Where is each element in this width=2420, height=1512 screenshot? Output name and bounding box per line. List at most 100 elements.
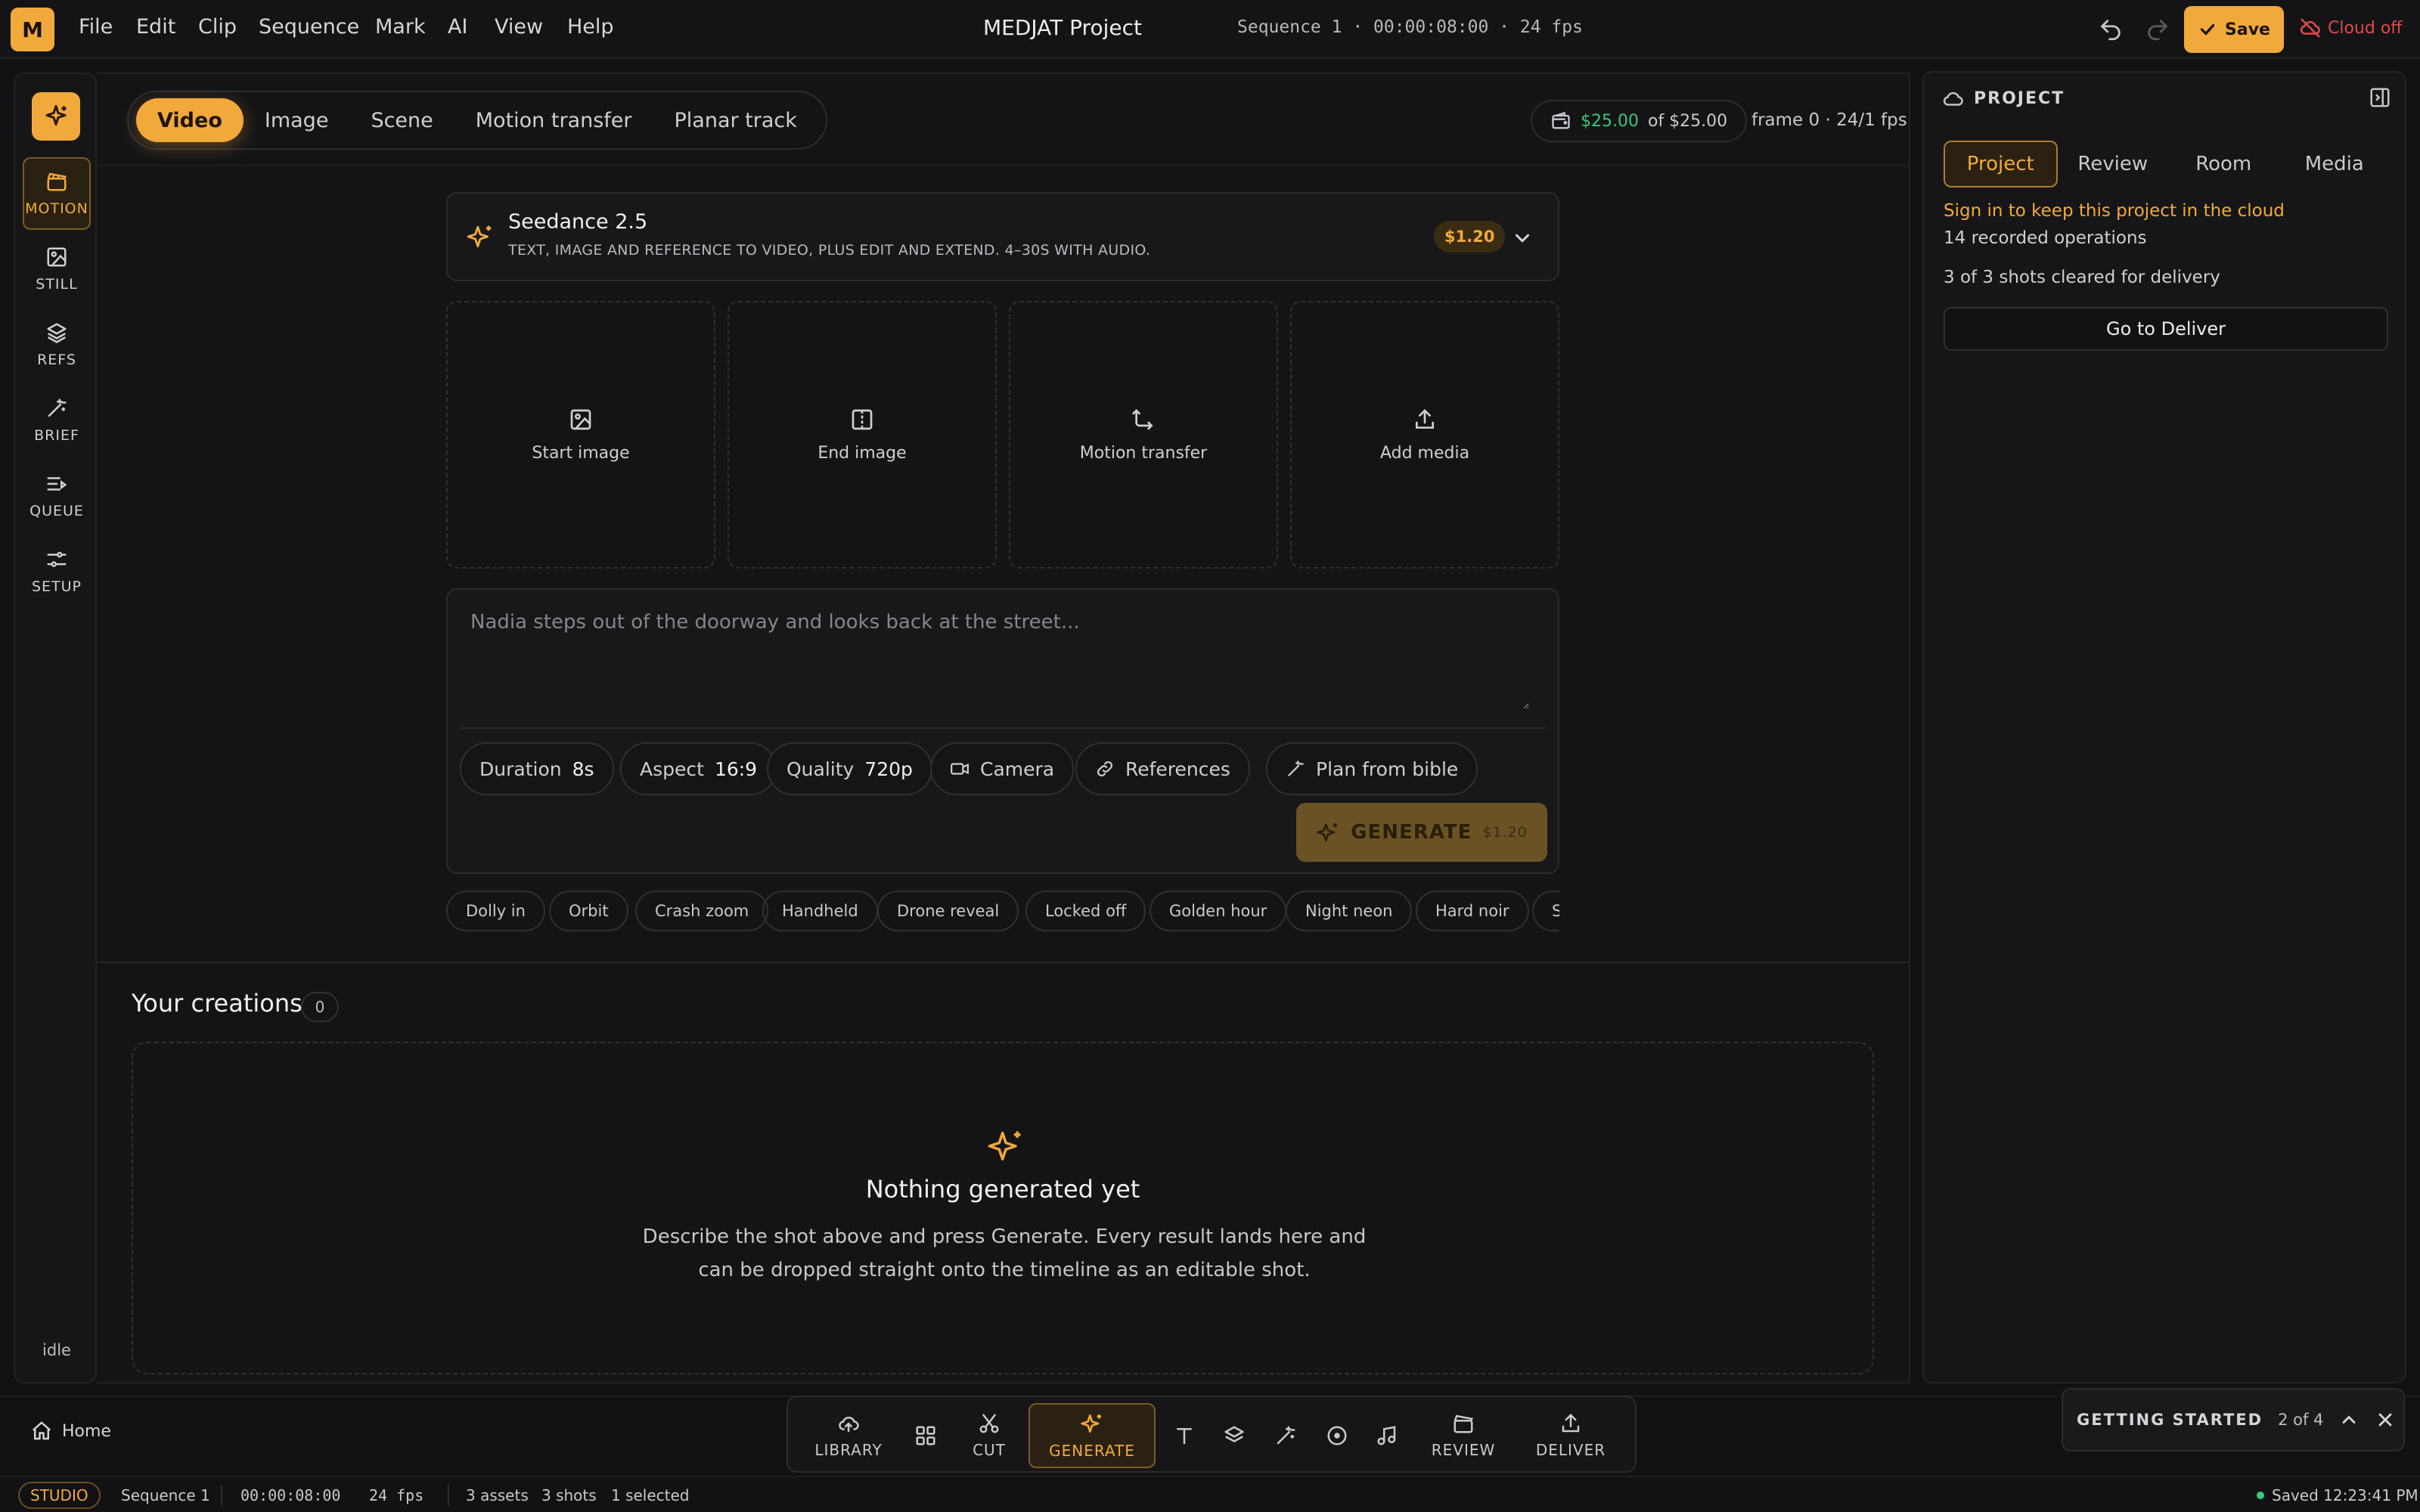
model-description: TEXT, IMAGE AND REFERENCE TO VIDEO, PLUS… [508, 242, 1151, 259]
tab-image[interactable]: Image [244, 98, 350, 142]
menu-mark[interactable]: Mark [375, 15, 426, 39]
link-icon [1097, 761, 1112, 776]
close-icon[interactable] [2375, 1409, 2396, 1430]
slot-label: Start image [532, 443, 630, 463]
dock-deliver[interactable]: DELIVER [1526, 1403, 1615, 1468]
prompt-input[interactable] [470, 611, 1529, 709]
preset-chip[interactable]: Locked off [1025, 891, 1146, 931]
save-button[interactable]: Save [2184, 6, 2284, 53]
generation-status: idle [42, 1341, 71, 1359]
references-chip[interactable]: References [1075, 742, 1250, 795]
chip-label: Aspect [640, 758, 704, 780]
getting-started-popup[interactable]: GETTING STARTED 2 of 4 [2062, 1388, 2405, 1452]
status-fps: 24 fps [369, 1486, 424, 1504]
aspect-chip[interactable]: Aspect 16:9 [620, 742, 777, 795]
preset-chip[interactable]: Se [1532, 891, 1559, 931]
motion-transfer-slot[interactable]: Motion transfer [1009, 301, 1278, 569]
rail-refs[interactable]: REFS [23, 308, 91, 381]
undo-icon[interactable] [2098, 17, 2124, 42]
budget-badge[interactable]: $25.00 of $25.00 [1531, 100, 1748, 142]
add-media-slot[interactable]: Add media [1290, 301, 1559, 569]
tab-planar-track[interactable]: Planar track [653, 98, 818, 142]
model-name: Seedance 2.5 [508, 210, 648, 234]
collapse-panel-icon[interactable] [2369, 86, 2391, 109]
dock-color[interactable] [1316, 1403, 1358, 1468]
dock-generate[interactable]: GENERATE [1028, 1403, 1156, 1468]
rail-brief[interactable]: BRIEF [23, 384, 91, 457]
divider [460, 727, 1546, 729]
generate-price: $1.20 [1482, 824, 1528, 841]
rail-label: REFS [37, 352, 76, 368]
chevron-up-icon[interactable] [2338, 1409, 2360, 1430]
dock-grid[interactable] [901, 1403, 950, 1468]
clapper-icon [1454, 1414, 1474, 1433]
recorded-operations: 14 recorded operations [1944, 228, 2147, 248]
tab-project[interactable]: Project [1944, 141, 2058, 187]
clapper-icon [47, 172, 67, 191]
tab-scene[interactable]: Scene [349, 98, 454, 142]
divider [448, 1485, 449, 1506]
camera-chip[interactable]: Camera [930, 742, 1075, 795]
preset-chip[interactable]: Golden hour [1150, 891, 1287, 931]
chip-value: 720p [864, 758, 913, 780]
preset-chip[interactable]: Dolly in [446, 891, 545, 931]
chip-label: Plan from bible [1316, 758, 1459, 780]
dock-effects[interactable] [1264, 1403, 1307, 1468]
preset-chip[interactable]: Crash zoom [635, 891, 769, 931]
home-button[interactable]: Home [30, 1420, 111, 1442]
app-logo[interactable]: M [11, 8, 54, 51]
model-selector[interactable]: Seedance 2.5 TEXT, IMAGE AND REFERENCE T… [446, 192, 1559, 281]
rail-label: STILL [36, 276, 78, 293]
cloud-status[interactable]: Cloud off [2299, 17, 2402, 39]
preset-chip[interactable]: Orbit [549, 891, 628, 931]
end-image-slot[interactable]: End image [728, 301, 997, 569]
rail-setup[interactable]: SETUP [23, 535, 91, 608]
generate-button[interactable]: GENERATE $1.20 [1296, 803, 1547, 862]
dock-cut[interactable]: CUT [957, 1403, 1021, 1468]
dock-library[interactable]: LIBRARY [806, 1403, 891, 1468]
preset-chip[interactable]: Handheld [762, 891, 878, 931]
chip-label: References [1125, 758, 1230, 780]
menu-file[interactable]: File [79, 15, 113, 39]
dock-label: GENERATE [1049, 1442, 1135, 1460]
mode-badge[interactable]: STUDIO [18, 1482, 101, 1509]
start-image-slot[interactable]: Start image [446, 301, 715, 569]
duration-chip[interactable]: Duration 8s [460, 742, 614, 795]
menu-edit[interactable]: Edit [136, 15, 175, 39]
menu-view[interactable]: View [495, 15, 543, 39]
menu-clip[interactable]: Clip [198, 15, 237, 39]
upload-cloud-icon [839, 1416, 859, 1433]
budget-amount: $25.00 [1581, 111, 1639, 131]
menu-help[interactable]: Help [567, 15, 614, 39]
dock-layers[interactable] [1213, 1403, 1255, 1468]
dock-text[interactable] [1163, 1403, 1205, 1468]
menu-ai[interactable]: AI [448, 15, 467, 39]
dock-review[interactable]: REVIEW [1422, 1403, 1505, 1468]
chevron-down-icon[interactable] [1511, 227, 1534, 249]
rail-label: MOTION [25, 200, 88, 217]
preset-chip[interactable]: Hard noir [1416, 891, 1529, 931]
tab-motion-transfer[interactable]: Motion transfer [455, 98, 653, 142]
tab-review[interactable]: Review [2058, 141, 2169, 187]
creations-empty-state: Nothing generated yet Describe the shot … [132, 1042, 1874, 1374]
menu-sequence[interactable]: Sequence [259, 15, 359, 39]
preset-chip[interactable]: Drone reveal [877, 891, 1019, 931]
rail-queue[interactable]: QUEUE [23, 460, 91, 532]
empty-state-description: Describe the shot above and press Genera… [642, 1225, 1367, 1281]
tab-room[interactable]: Room [2168, 141, 2279, 187]
divider [97, 165, 1909, 166]
rail-motion[interactable]: MOTION [23, 157, 91, 230]
tab-media[interactable]: Media [2279, 141, 2391, 187]
upload-icon [1562, 1413, 1580, 1433]
tab-video[interactable]: Video [136, 98, 244, 142]
rail-still[interactable]: STILL [23, 233, 91, 305]
preset-chip[interactable]: Night neon [1286, 891, 1413, 931]
dock-audio[interactable] [1366, 1403, 1408, 1468]
go-to-deliver-button[interactable]: Go to Deliver [1944, 307, 2388, 351]
sparkle-icon[interactable] [32, 92, 80, 141]
sign-in-link[interactable]: Sign in to keep this project in the clou… [1944, 201, 2285, 221]
saved-label: Saved 12:23:41 PM [2272, 1486, 2418, 1504]
quality-chip[interactable]: Quality 720p [767, 742, 932, 795]
redo-icon[interactable] [2145, 17, 2170, 42]
plan-from-bible-chip[interactable]: Plan from bible [1266, 742, 1478, 795]
